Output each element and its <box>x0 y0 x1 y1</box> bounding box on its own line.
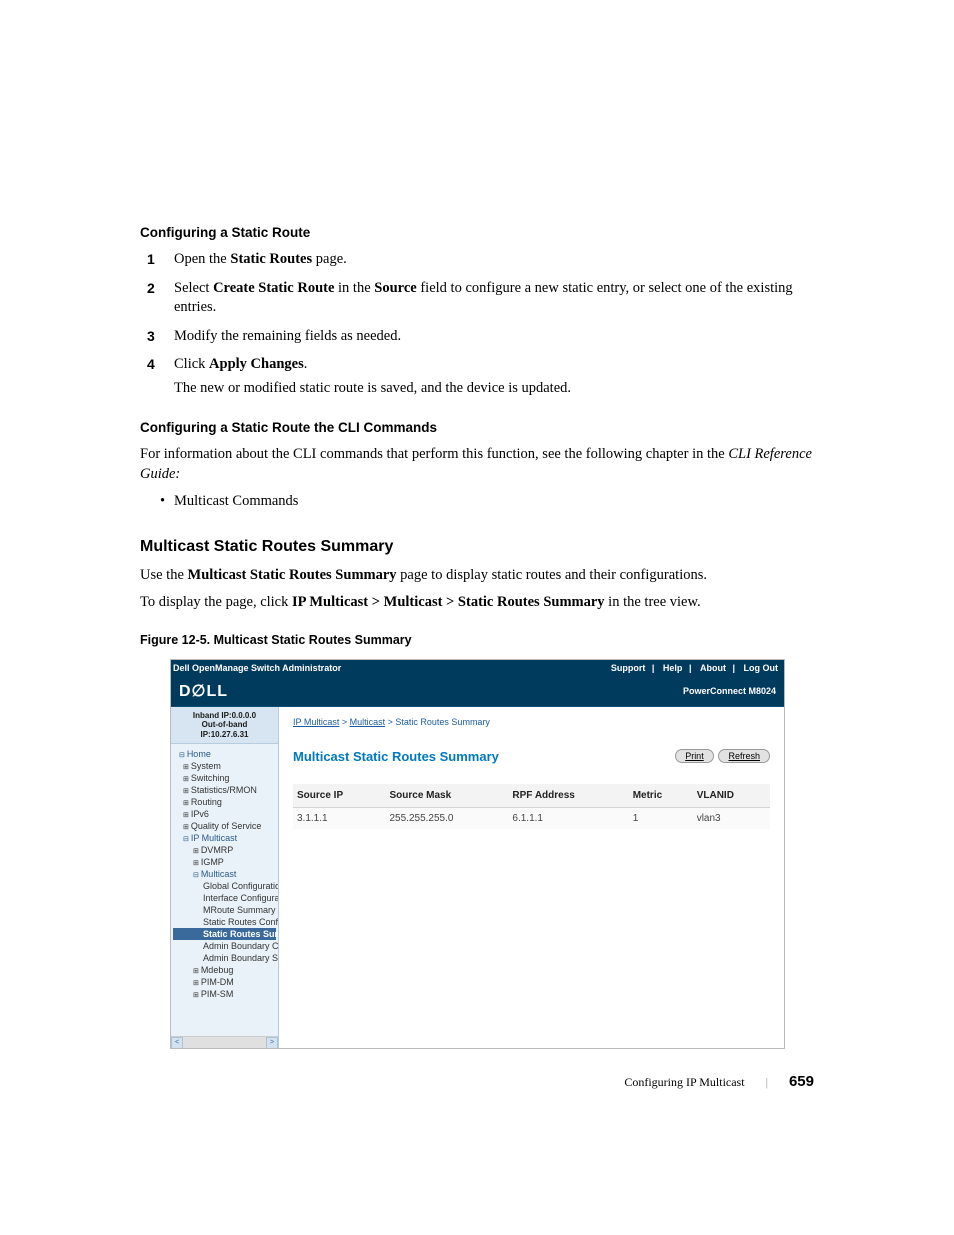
ss-app-title: Dell OpenManage Switch Administrator <box>173 663 341 673</box>
tree-admin-boundary-sum[interactable]: Admin Boundary Sum <box>173 952 276 964</box>
step-4: 4 Click Apply Changes. The new or modifi… <box>174 355 814 398</box>
table-row: 3.1.1.1 255.255.255.0 6.1.1.1 1 vlan3 <box>293 807 770 829</box>
ss-sidebar: Inband IP:0.0.0.0 Out-of-band IP:10.27.6… <box>171 707 279 1048</box>
td-metric: 1 <box>629 807 693 829</box>
cli-bullets: Multicast Commands <box>140 493 814 510</box>
tree-igmp[interactable]: IGMP <box>173 856 276 868</box>
heading-cli: Configuring a Static Route the CLI Comma… <box>140 420 814 435</box>
scroll-left-icon[interactable]: < <box>171 1037 183 1048</box>
td-vlanid: vlan3 <box>693 807 770 829</box>
step-num-2: 2 <box>147 279 155 298</box>
routes-table: Source IP Source Mask RPF Address Metric… <box>293 784 770 829</box>
refresh-button[interactable]: Refresh <box>718 749 770 763</box>
tree-system[interactable]: System <box>173 760 276 772</box>
th-source-mask: Source Mask <box>385 784 508 808</box>
th-rpf-address: RPF Address <box>508 784 628 808</box>
figure-caption: Figure 12-5. Multicast Static Routes Sum… <box>140 633 814 647</box>
dell-logo: D∅LL <box>179 681 228 701</box>
tree-qos[interactable]: Quality of Service <box>173 820 276 832</box>
heading-summary: Multicast Static Routes Summary <box>140 538 814 556</box>
scroll-right-icon[interactable]: > <box>266 1037 278 1048</box>
sidebar-scrollbar[interactable]: < > <box>171 1036 278 1048</box>
step-num-3: 3 <box>147 327 155 346</box>
td-source-mask: 255.255.255.0 <box>385 807 508 829</box>
step-num-4: 4 <box>147 355 155 374</box>
tree-home[interactable]: Home <box>173 748 276 760</box>
tree-dvmrp[interactable]: DVMRP <box>173 844 276 856</box>
tree-stats[interactable]: Statistics/RMON <box>173 784 276 796</box>
inband-ip: Inband IP:0.0.0.0 <box>177 711 272 721</box>
heading-config-static: Configuring a Static Route <box>140 225 814 240</box>
bc-current: Static Routes Summary <box>395 717 490 727</box>
tree-mroute[interactable]: MRoute Summary <box>173 904 276 916</box>
step-num-1: 1 <box>147 250 155 269</box>
print-button[interactable]: Print <box>675 749 714 763</box>
page-footer: Configuring IP Multicast | 659 <box>624 1073 814 1090</box>
tree-switching[interactable]: Switching <box>173 772 276 784</box>
step-3: 3 Modify the remaining fields as needed. <box>174 327 814 347</box>
summary-body-1: Use the Multicast Static Routes Summary … <box>140 566 814 586</box>
top-link-support[interactable]: Support <box>607 663 650 673</box>
tree-iface-config[interactable]: Interface Configuration <box>173 892 276 904</box>
top-link-about[interactable]: About <box>696 663 730 673</box>
summary-body-2: To display the page, click IP Multicast … <box>140 593 814 613</box>
breadcrumb: IP Multicast > Multicast > Static Routes… <box>293 717 770 727</box>
footer-page-number: 659 <box>789 1073 814 1090</box>
ss-ip-block: Inband IP:0.0.0.0 Out-of-band IP:10.27.6… <box>171 707 278 745</box>
tree-ipv6[interactable]: IPv6 <box>173 808 276 820</box>
oob-ip: Out-of-band IP:10.27.6.31 <box>177 720 272 739</box>
step-2: 2 Select Create Static Route in the Sour… <box>174 279 814 318</box>
panel-buttons: Print Refresh <box>673 749 770 763</box>
ss-main-panel: IP Multicast > Multicast > Static Routes… <box>279 707 784 1048</box>
ss-logobar: D∅LL PowerConnect M8024 <box>171 677 784 707</box>
cli-body: For information about the CLI commands t… <box>140 445 814 484</box>
tree-pimsm[interactable]: PIM-SM <box>173 988 276 1000</box>
model-name: PowerConnect M8024 <box>683 686 776 696</box>
step-1: 1 Open the Static Routes page. <box>174 250 814 270</box>
top-link-help[interactable]: Help <box>659 663 687 673</box>
bc-multicast[interactable]: Multicast <box>350 717 386 727</box>
table-header-row: Source IP Source Mask RPF Address Metric… <box>293 784 770 808</box>
tree-routing[interactable]: Routing <box>173 796 276 808</box>
td-source-ip: 3.1.1.1 <box>293 807 385 829</box>
th-source-ip: Source IP <box>293 784 385 808</box>
steps-list: 1 Open the Static Routes page. 2 Select … <box>140 250 814 398</box>
th-vlanid: VLANID <box>693 784 770 808</box>
tree-multicast[interactable]: Multicast <box>173 868 276 880</box>
tree-static-config[interactable]: Static Routes Configu <box>173 916 276 928</box>
top-link-logout[interactable]: Log Out <box>740 663 783 673</box>
td-rpf-address: 6.1.1.1 <box>508 807 628 829</box>
tree-admin-boundary-con[interactable]: Admin Boundary Con <box>173 940 276 952</box>
th-metric: Metric <box>629 784 693 808</box>
tree-mdebug[interactable]: Mdebug <box>173 964 276 976</box>
footer-chapter: Configuring IP Multicast <box>624 1075 744 1089</box>
tree-ipmulticast[interactable]: IP Multicast <box>173 832 276 844</box>
step-4-result: The new or modified static route is save… <box>174 379 814 399</box>
bc-ipmulticast[interactable]: IP Multicast <box>293 717 339 727</box>
screenshot-figure: Dell OpenManage Switch Administrator Sup… <box>170 659 785 1049</box>
cli-bullet-1: Multicast Commands <box>174 493 814 510</box>
ss-top-links: Support | Help | About | Log Out <box>605 663 782 673</box>
ss-topbar: Dell OpenManage Switch Administrator Sup… <box>171 660 784 677</box>
nav-tree: Home System Switching Statistics/RMON Ro… <box>171 744 278 1004</box>
tree-global-config[interactable]: Global Configuration <box>173 880 276 892</box>
tree-pimdm[interactable]: PIM-DM <box>173 976 276 988</box>
tree-static-summary[interactable]: Static Routes Summ <box>173 928 276 940</box>
footer-separator: | <box>766 1075 768 1089</box>
